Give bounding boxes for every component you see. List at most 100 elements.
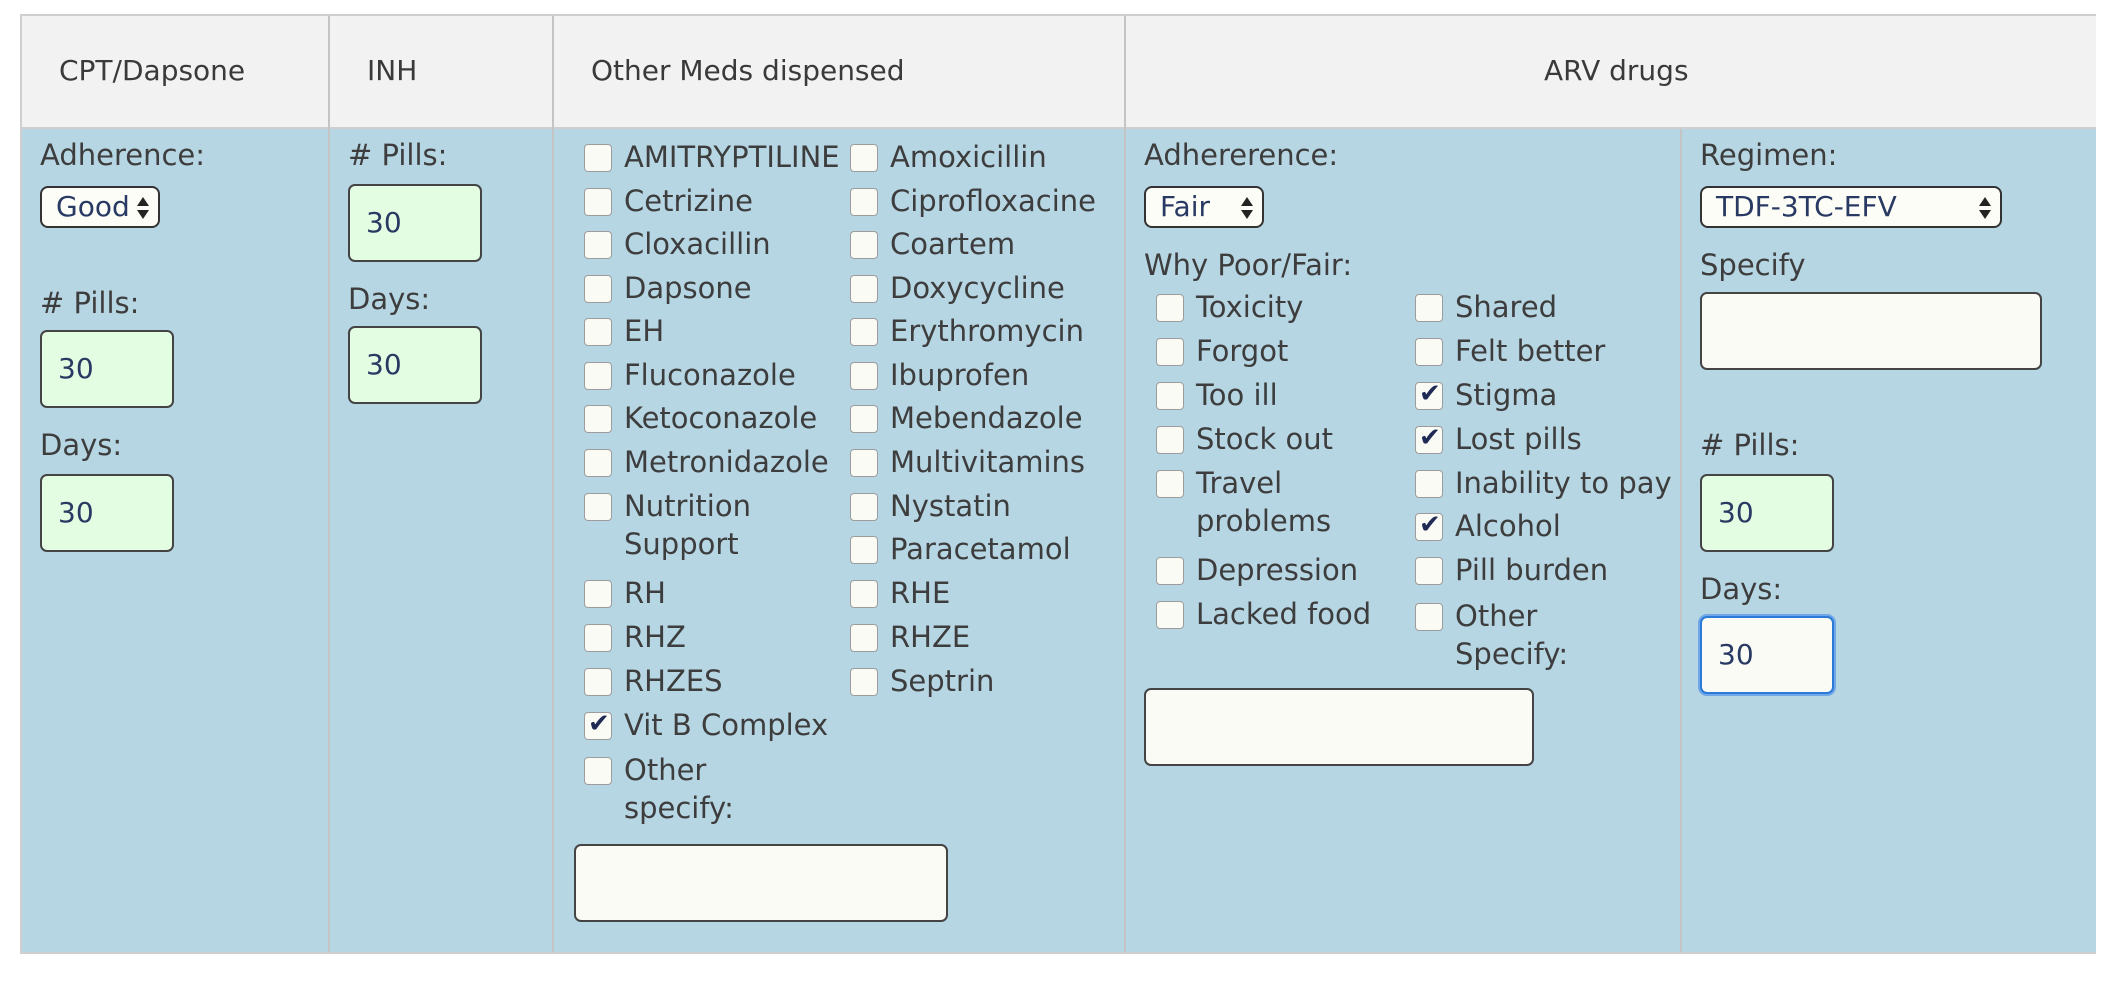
checkbox-dapsone[interactable] (584, 275, 612, 303)
stock-out-label: Stock out (1196, 422, 1333, 456)
checkbox-shared[interactable] (1415, 294, 1443, 322)
eh-label: EH (624, 314, 665, 348)
checkbox-septrin[interactable] (850, 668, 878, 696)
cpt-adherence-select[interactable]: Good (40, 186, 160, 228)
checkbox-erythromycin[interactable] (850, 318, 878, 346)
checkbox-eh[interactable] (584, 318, 612, 346)
nutrition-support-label-2: Support (624, 527, 739, 561)
ketoconazole-label: Ketoconazole (624, 401, 818, 435)
checkbox-stigma[interactable] (1415, 379, 1443, 410)
cpt-adherence-label: Adherence: (40, 138, 206, 172)
arv-days-label: Days: (1700, 572, 1783, 606)
other-reason-label: Other (1455, 599, 1538, 633)
checkbox-metronidazole[interactable] (584, 449, 612, 477)
arv-adherence-select[interactable]: Fair (1144, 186, 1264, 228)
checkbox-rh[interactable] (584, 580, 612, 608)
header-other-meds: Other Meds dispensed (554, 16, 1126, 129)
checkbox-ciprofloxacine[interactable] (850, 188, 878, 216)
other-reason-label-2: Specify: (1455, 637, 1569, 671)
checkbox-paracetamol[interactable] (850, 536, 878, 564)
rhz-label: RHZ (624, 620, 686, 654)
fluconazole-label: Fluconazole (624, 358, 796, 392)
header-arv-label: ARV drugs (1544, 54, 1689, 87)
other-meds-specify-input[interactable] (574, 844, 948, 922)
checkbox-other-reason[interactable] (1415, 603, 1443, 631)
toxicity-label: Toxicity (1196, 290, 1304, 324)
arv-days-input[interactable]: 30 (1700, 616, 1834, 694)
too-ill-label: Too ill (1196, 378, 1278, 412)
checkbox-other-specify[interactable] (584, 757, 612, 785)
checkbox-doxycycline[interactable] (850, 275, 878, 303)
regimen-specify-input[interactable] (1700, 292, 2042, 370)
cpt-days-input[interactable]: 30 (40, 474, 174, 552)
checkbox-pill-burden[interactable] (1415, 557, 1443, 585)
checkbox-alcohol[interactable] (1415, 510, 1443, 541)
lacked-food-label: Lacked food (1196, 597, 1372, 631)
checkbox-forgot[interactable] (1156, 338, 1184, 366)
column-divider (328, 16, 330, 952)
checkbox-amitryptiline[interactable] (584, 144, 612, 172)
travel-problems-label: Travel (1196, 466, 1283, 500)
other-specify-label: Other (624, 753, 707, 787)
checkbox-stock-out[interactable] (1156, 426, 1184, 454)
erythromycin-label: Erythromycin (890, 314, 1084, 348)
regimen-select[interactable]: TDF-3TC-EFV (1700, 186, 2002, 228)
rhzes-label: RHZES (624, 664, 723, 698)
checkbox-rhze[interactable] (850, 624, 878, 652)
column-divider (1680, 129, 1682, 952)
arv-other-reason-input[interactable] (1144, 688, 1534, 766)
checkbox-fluconazole[interactable] (584, 362, 612, 390)
header-inh: INH (330, 16, 554, 129)
checkbox-lost-pills[interactable] (1415, 423, 1443, 454)
cpt-adherence-value: Good (56, 190, 130, 223)
header-inh-label: INH (367, 54, 418, 87)
column-divider (1124, 16, 1126, 952)
multivitamins-label: Multivitamins (890, 445, 1086, 479)
checkbox-travel-problems[interactable] (1156, 470, 1184, 498)
checkbox-vit-b-complex[interactable] (584, 709, 612, 740)
header-other-meds-label: Other Meds dispensed (591, 54, 905, 87)
checkbox-felt-better[interactable] (1415, 338, 1443, 366)
septrin-label: Septrin (890, 664, 995, 698)
ciprofloxacine-label: Ciprofloxacine (890, 184, 1097, 218)
inh-days-label: Days: (348, 282, 431, 316)
header-cpt-label: CPT/Dapsone (59, 54, 246, 87)
cloxacillin-label: Cloxacillin (624, 227, 771, 261)
coartem-label: Coartem (890, 227, 1016, 261)
travel-problems-label-2: problems (1196, 504, 1332, 538)
why-poor-fair-label: Why Poor/Fair: (1144, 248, 1353, 282)
select-arrows-icon (1978, 195, 1992, 221)
select-arrows-icon (1240, 195, 1254, 221)
checkbox-too-ill[interactable] (1156, 382, 1184, 410)
checkbox-mebendazole[interactable] (850, 405, 878, 433)
vit-b-complex-label: Vit B Complex (624, 708, 829, 742)
checkbox-toxicity[interactable] (1156, 294, 1184, 322)
cpt-pills-input[interactable]: 30 (40, 330, 174, 408)
checkbox-inability-to-pay[interactable] (1415, 470, 1443, 498)
header-arv: ARV drugs (1126, 16, 2096, 129)
checkbox-amoxicillin[interactable] (850, 144, 878, 172)
checkbox-nystatin[interactable] (850, 493, 878, 521)
checkbox-depression[interactable] (1156, 557, 1184, 585)
stigma-label: Stigma (1455, 378, 1558, 412)
checkbox-rhz[interactable] (584, 624, 612, 652)
rhze-label: RHZE (890, 620, 971, 654)
checkbox-ibuprofen[interactable] (850, 362, 878, 390)
checkbox-rhzes[interactable] (584, 668, 612, 696)
checkbox-coartem[interactable] (850, 231, 878, 259)
inh-days-input[interactable]: 30 (348, 326, 482, 404)
checkbox-cetrizine[interactable] (584, 188, 612, 216)
arv-pills-input[interactable]: 30 (1700, 474, 1834, 552)
checkbox-nutrition-support[interactable] (584, 493, 612, 521)
checkbox-rhe[interactable] (850, 580, 878, 608)
shared-label: Shared (1455, 290, 1558, 324)
alcohol-label: Alcohol (1455, 509, 1561, 543)
inh-pills-input[interactable]: 30 (348, 184, 482, 262)
arv-adherence-value: Fair (1160, 190, 1210, 223)
cetrizine-label: Cetrizine (624, 184, 753, 218)
checkbox-lacked-food[interactable] (1156, 601, 1184, 629)
checkbox-cloxacillin[interactable] (584, 231, 612, 259)
mebendazole-label: Mebendazole (890, 401, 1083, 435)
checkbox-multivitamins[interactable] (850, 449, 878, 477)
checkbox-ketoconazole[interactable] (584, 405, 612, 433)
